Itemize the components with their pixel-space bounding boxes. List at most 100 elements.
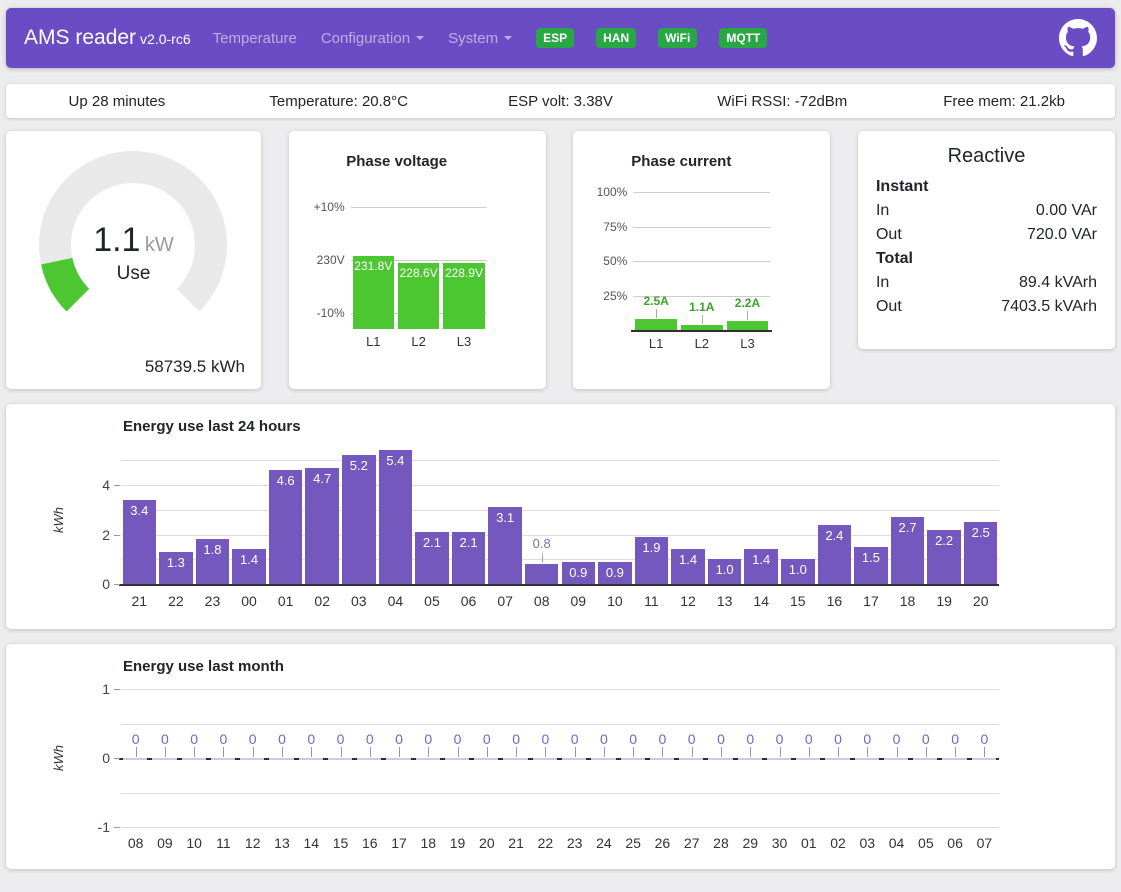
gridline xyxy=(121,827,999,828)
bar-value-label: 3.1 xyxy=(488,510,522,525)
x-tick-label: 22 xyxy=(531,836,560,850)
bar-value-label: 2.4 xyxy=(818,528,852,543)
nav-item-label: Temperature xyxy=(213,30,297,47)
phase-voltage-card: Phase voltage+10%230V-10%231.8VL1228.6VL… xyxy=(289,131,546,389)
y-tick-label: 2 xyxy=(66,527,110,543)
x-tick-label: 04 xyxy=(882,836,911,850)
x-tick-label: L3 xyxy=(725,337,771,351)
bar-value-label: 0 xyxy=(443,731,472,747)
x-tick-label: 12 xyxy=(670,594,707,608)
zero-bar xyxy=(562,758,586,760)
label-connector xyxy=(282,747,283,757)
chevron-down-icon xyxy=(504,36,512,40)
x-tick-label: 16 xyxy=(355,836,384,850)
current-bar-l1 xyxy=(635,319,677,330)
y-tick-mark xyxy=(114,485,120,486)
x-tick-label: 24 xyxy=(589,836,618,850)
label-connector xyxy=(399,747,400,757)
nav-item-label: System xyxy=(448,30,498,47)
zero-bar xyxy=(416,758,440,760)
github-link[interactable] xyxy=(1059,19,1097,57)
x-tick-label: 02 xyxy=(823,836,852,850)
gauge-label: Use xyxy=(6,263,261,285)
header: AMS readerv2.0-rc6 Temperature Configurat… xyxy=(6,8,1115,68)
label-connector xyxy=(721,747,722,757)
zero-bar xyxy=(708,758,732,760)
bar-value-label: 0 xyxy=(209,731,238,747)
row-value: 720.0 VAr xyxy=(1027,224,1097,245)
y-tick-mark xyxy=(114,827,120,828)
x-tick-label: 22 xyxy=(158,594,195,608)
x-tick-label: 06 xyxy=(450,594,487,608)
x-tick-label: 01 xyxy=(794,836,823,850)
bar-value-label: 1.1A xyxy=(679,299,725,315)
bar-value-label: 2.7 xyxy=(891,520,925,535)
zero-bar xyxy=(269,758,293,760)
app-title[interactable]: AMS readerv2.0-rc6 xyxy=(24,26,191,50)
status-item-4: Free mem: 21.2kb xyxy=(893,93,1115,110)
x-tick-label: 27 xyxy=(677,836,706,850)
gridline xyxy=(633,227,770,228)
label-connector xyxy=(542,553,543,563)
power-gauge-card: 1.1 kW Use 58739.5 kWh xyxy=(6,131,261,389)
reactive-table: Instant In 0.00 VAr Out 720.0 VAr Total … xyxy=(858,174,1115,318)
gauge-unit: kW xyxy=(145,234,174,256)
x-tick-label: L1 xyxy=(633,337,679,351)
x-tick-label: 08 xyxy=(121,836,150,850)
x-tick-label: 25 xyxy=(619,836,648,850)
x-tick-label: 23 xyxy=(560,836,589,850)
label-connector xyxy=(633,747,634,757)
zero-bar xyxy=(942,758,966,760)
page: AMS readerv2.0-rc6 Temperature Configurat… xyxy=(0,0,1121,892)
x-tick-label: 09 xyxy=(560,594,597,608)
gridline xyxy=(121,460,999,461)
x-tick-label: 19 xyxy=(443,836,472,850)
gridline xyxy=(121,485,999,486)
x-tick-label: 30 xyxy=(765,836,794,850)
label-connector xyxy=(165,747,166,757)
nav-item-system[interactable]: System xyxy=(436,30,524,47)
bar-value-label: 0 xyxy=(853,731,882,747)
gridline xyxy=(121,793,999,794)
zero-bar xyxy=(357,758,381,760)
bar-value-label: 3.4 xyxy=(123,503,157,518)
x-tick-label: 14 xyxy=(297,836,326,850)
energy-bar: 2.7 xyxy=(891,517,925,584)
bar-value-label: 0 xyxy=(823,731,852,747)
gridline xyxy=(121,510,999,511)
bar-value-label: 0 xyxy=(648,731,677,747)
bar-value-label: 231.8V xyxy=(353,259,394,273)
x-axis-line xyxy=(631,330,772,332)
bar-value-label: 2.5 xyxy=(964,525,998,540)
x-tick-label: 16 xyxy=(816,594,853,608)
row-value: 0.00 VAr xyxy=(1036,200,1097,221)
phase-current-card: Phase current100%75%50%25%2.5AL11.1AL22.… xyxy=(573,131,830,389)
x-tick-label: 20 xyxy=(472,836,501,850)
x-tick-label: 19 xyxy=(926,594,963,608)
bar-value-label: 0 xyxy=(267,731,296,747)
x-tick-label: 07 xyxy=(970,836,999,850)
chart-title: Phase voltage xyxy=(289,153,505,170)
zero-bar xyxy=(240,758,264,760)
app-name: AMS reader xyxy=(24,26,136,49)
nav-item-temperature[interactable]: Temperature xyxy=(201,30,309,47)
zero-bar xyxy=(825,758,849,760)
label-connector xyxy=(750,747,751,757)
gridline xyxy=(121,535,999,536)
y-tick-mark xyxy=(114,758,120,759)
label-connector xyxy=(311,747,312,757)
y-tick-label: 75% xyxy=(579,220,627,234)
energy-bar: 5.4 xyxy=(379,450,413,584)
label-connector xyxy=(838,747,839,757)
bar-value-label: 0 xyxy=(736,731,765,747)
heading-total: Total xyxy=(876,248,913,269)
x-tick-label: L2 xyxy=(396,335,441,349)
nav-item-configuration[interactable]: Configuration xyxy=(309,30,436,47)
label-connector xyxy=(370,747,371,757)
badge-mqtt: MQTT xyxy=(719,28,767,48)
energy-bar: 1.8 xyxy=(196,539,230,584)
x-tick-label: 15 xyxy=(780,594,817,608)
bar-value-label: 0 xyxy=(765,731,794,747)
zero-bar xyxy=(503,758,527,760)
label-connector xyxy=(487,747,488,757)
